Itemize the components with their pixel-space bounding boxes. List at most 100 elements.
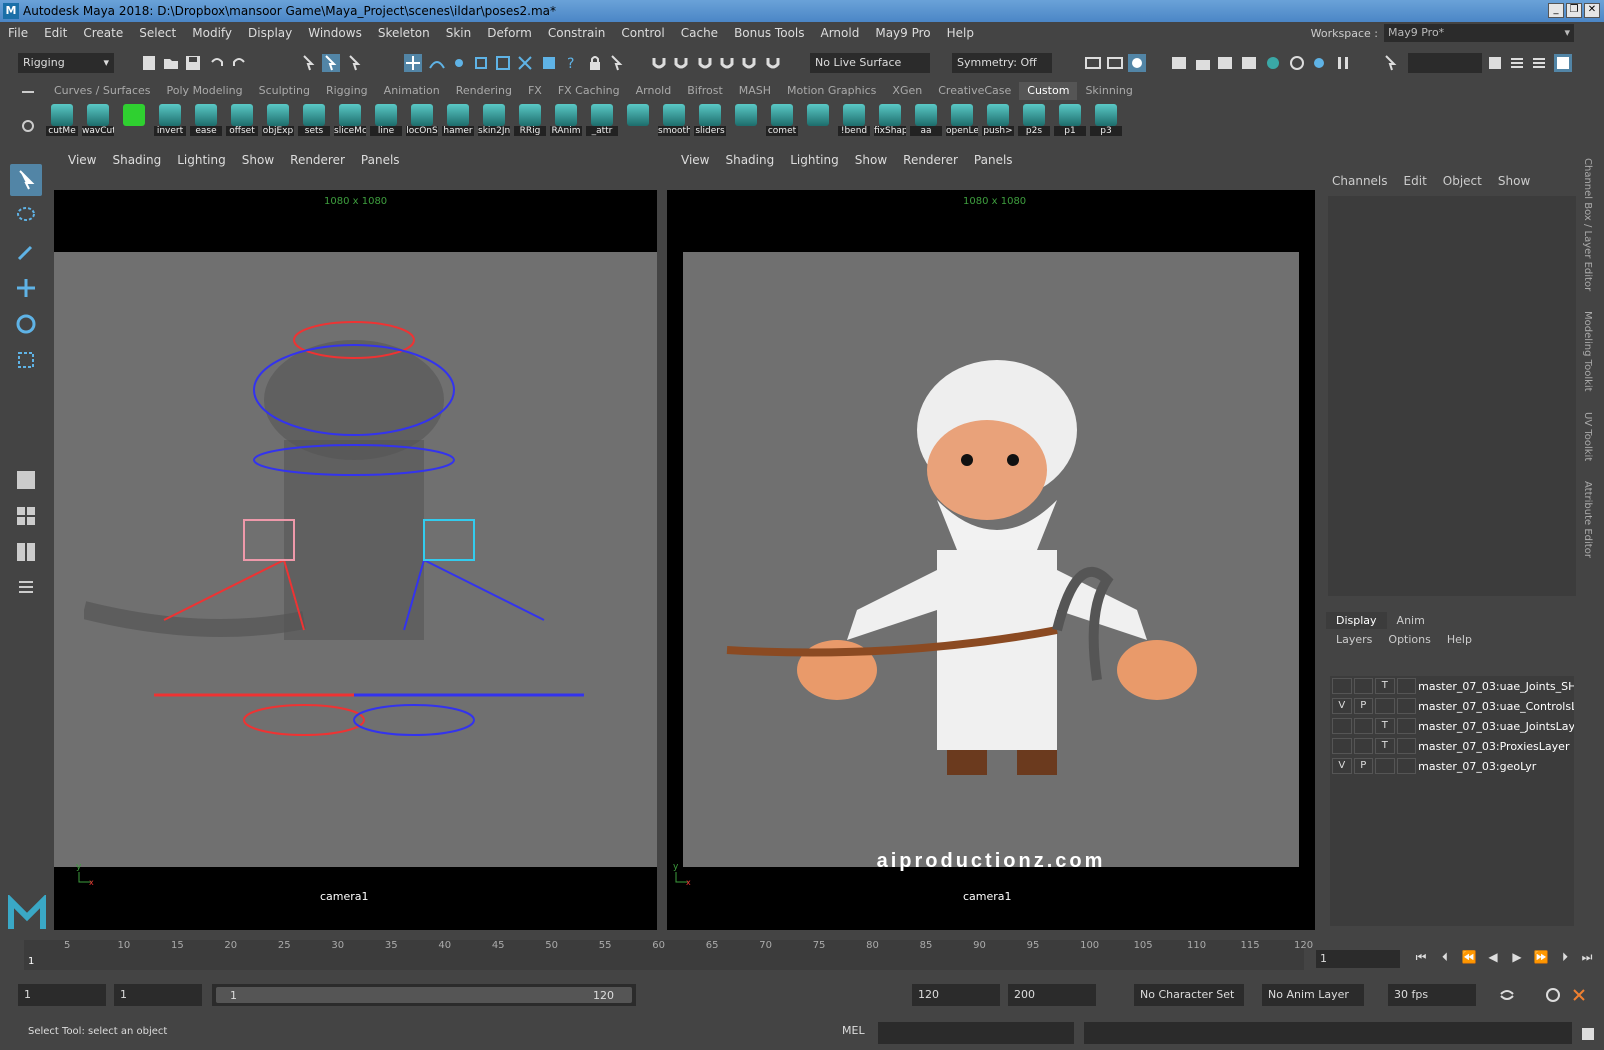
two-view-layout-icon[interactable] (10, 536, 42, 568)
shelf-button-icon-21[interactable] (802, 100, 834, 140)
side-tab-attribute-editor[interactable]: Attribute Editor (1582, 481, 1593, 558)
playback-end-field[interactable]: 120 (912, 984, 1000, 1006)
single-perspective-layout-icon[interactable] (10, 464, 42, 496)
menu-arnold[interactable]: Arnold (813, 26, 868, 40)
layer-playback-toggle[interactable]: P (1353, 698, 1374, 714)
shelf-button-push[interactable]: push> (982, 100, 1014, 140)
help-question-icon[interactable]: ? (562, 54, 580, 72)
layer-display-type-toggle[interactable]: T (1375, 678, 1395, 694)
fps-dropdown[interactable]: 30 fps (1388, 984, 1476, 1006)
tool-settings-icon[interactable] (1530, 54, 1548, 72)
go-to-start-icon[interactable]: ⏮ (1412, 950, 1430, 968)
vp-menu-renderer[interactable]: Renderer (895, 153, 966, 167)
shelf-button-cutme[interactable]: cutMe (46, 100, 78, 140)
minimize-button[interactable]: _ (1548, 3, 1564, 18)
layer-display-type-toggle[interactable] (1375, 758, 1395, 774)
paint-select-tool-icon[interactable] (10, 236, 42, 268)
gear-icon[interactable] (20, 118, 36, 134)
layer-row[interactable]: T master_07_03:uae_Joints_SH_L (1330, 676, 1574, 696)
shelf-button-ranim[interactable]: RAnim (550, 100, 582, 140)
symmetry-dropdown[interactable]: Symmetry: Off (952, 53, 1052, 73)
animation-end-field[interactable]: 200 (1008, 984, 1096, 1006)
time-slider[interactable]: 1 5 10 15 20 25 30 35 40 45 50 55 60 65 70 75 80 85 90 95 1… (24, 940, 1313, 970)
layer-visibility-toggle[interactable]: V (1332, 698, 1352, 714)
shelf-button-locons[interactable]: locOnS (406, 100, 438, 140)
shelf-button-p2s[interactable]: p2s (1018, 100, 1050, 140)
side-tab-uv-toolkit[interactable]: UV Toolkit (1582, 412, 1593, 461)
arnold-render-icon[interactable] (1288, 54, 1306, 72)
snap-curve-icon[interactable] (428, 54, 446, 72)
vp-menu-panels[interactable]: Panels (353, 153, 408, 167)
shelf-button-fixshap[interactable]: fixShap (874, 100, 906, 140)
menu-may9-pro[interactable]: May9 Pro (867, 26, 938, 40)
snap-live-icon[interactable] (516, 54, 534, 72)
vp-menu-shading[interactable]: Shading (717, 153, 782, 167)
new-scene-icon[interactable] (140, 54, 158, 72)
layer-tab-display[interactable]: Display (1326, 612, 1387, 629)
step-forward-key-icon[interactable]: ⏩ (1532, 950, 1550, 968)
shelf-tab-bifrost[interactable]: Bifrost (679, 82, 731, 100)
magnet-point-icon[interactable] (696, 54, 714, 72)
menu-help[interactable]: Help (939, 26, 982, 40)
playback-start-field[interactable]: 1 (114, 984, 202, 1006)
vp-menu-view[interactable]: View (60, 153, 104, 167)
select-tool-icon[interactable] (10, 164, 42, 196)
step-forward-frame-icon[interactable]: ⏵ (1556, 950, 1574, 968)
layer-color-swatch[interactable] (1396, 738, 1417, 754)
shelf-button-ease[interactable]: ease (190, 100, 222, 140)
layer-visibility-toggle[interactable]: V (1332, 758, 1352, 774)
play-forwards-icon[interactable]: ▶ (1508, 950, 1526, 968)
shelf-button-wavcut[interactable]: wavCut (82, 100, 114, 140)
select-highlight-icon[interactable] (608, 54, 626, 72)
pause-icon[interactable] (1334, 54, 1352, 72)
side-tab-channel-box[interactable]: Channel Box / Layer Editor (1582, 158, 1593, 291)
menu-display[interactable]: Display (240, 26, 300, 40)
layer-playback-toggle[interactable] (1353, 738, 1374, 754)
menu-cache[interactable]: Cache (673, 26, 726, 40)
snap-grid-icon[interactable] (404, 54, 422, 72)
snap-point-icon[interactable] (450, 54, 468, 72)
vp-menu-lighting[interactable]: Lighting (782, 153, 847, 167)
shelf-button-bend[interactable]: !bend (838, 100, 870, 140)
lasso-tool-icon[interactable] (10, 200, 42, 232)
layer-playback-toggle[interactable] (1353, 678, 1374, 694)
magnet-curve-icon[interactable] (672, 54, 690, 72)
shelf-button-comet[interactable]: comet (766, 100, 798, 140)
go-to-end-icon[interactable]: ⏭ (1578, 950, 1596, 968)
workspace-dropdown[interactable]: May9 Pro* ▾ (1384, 24, 1574, 42)
shelf-button-rrig[interactable]: RRig (514, 100, 546, 140)
snap-view-plane-icon[interactable] (494, 54, 512, 72)
side-tab-modeling-toolkit[interactable]: Modeling Toolkit (1582, 311, 1593, 392)
menu-constrain[interactable]: Constrain (540, 26, 614, 40)
range-slider-bar[interactable]: 1 120 (216, 987, 632, 1003)
shelf-button-attr[interactable]: _attr (586, 100, 618, 140)
lock-icon[interactable] (586, 54, 604, 72)
channel-menu-edit[interactable]: Edit (1404, 174, 1427, 188)
scale-tool-icon[interactable] (10, 344, 42, 376)
menu-file[interactable]: File (0, 26, 36, 40)
render-globe-icon[interactable] (1240, 54, 1258, 72)
layer-display-type-toggle[interactable]: T (1375, 718, 1395, 734)
menu-select[interactable]: Select (131, 26, 184, 40)
shelf-tab-mash[interactable]: MASH (731, 82, 779, 100)
menu-windows[interactable]: Windows (300, 26, 370, 40)
layer-color-swatch[interactable] (1396, 718, 1417, 734)
character-set-dropdown[interactable]: No Character Set (1134, 984, 1244, 1006)
shelf-button-p1[interactable]: p1 (1054, 100, 1086, 140)
hypershade-icon[interactable] (1264, 54, 1282, 72)
auto-key-icon[interactable] (1544, 986, 1562, 1004)
vp-menu-panels[interactable]: Panels (966, 153, 1021, 167)
channel-menu-object[interactable]: Object (1443, 174, 1482, 188)
layer-menu-help[interactable]: Help (1447, 633, 1472, 646)
quick-select-field[interactable] (1408, 53, 1482, 73)
modeling-toolkit-icon[interactable] (1486, 54, 1504, 72)
layer-row[interactable]: V P master_07_03:geoLyr (1330, 756, 1574, 776)
shelf-tab-curves-surfaces[interactable]: Curves / Surfaces (46, 82, 159, 100)
shelf-button-smooth[interactable]: smooth (658, 100, 690, 140)
vp-menu-lighting[interactable]: Lighting (169, 153, 234, 167)
play-backwards-icon[interactable]: ◀ (1484, 950, 1502, 968)
move-tool-icon[interactable] (10, 272, 42, 304)
select-hierarchy-icon[interactable] (300, 54, 318, 72)
channel-menu-channels[interactable]: Channels (1332, 174, 1388, 188)
vp-menu-view[interactable]: View (673, 153, 717, 167)
